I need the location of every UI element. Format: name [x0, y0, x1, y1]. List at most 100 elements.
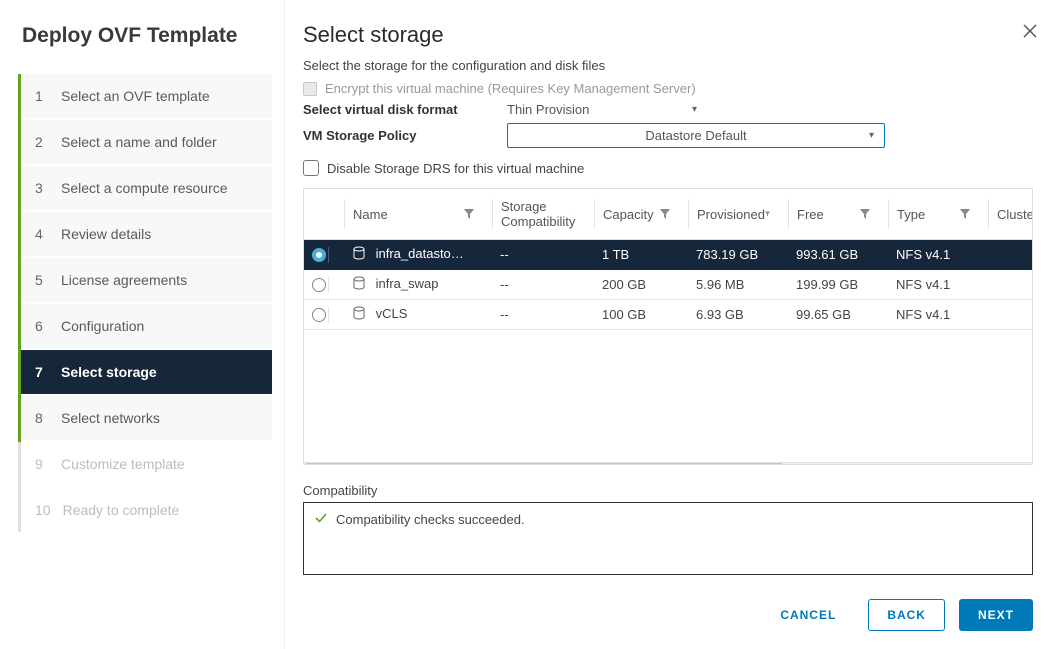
step-label: Review details: [61, 226, 151, 242]
cell-storage-compat: --: [492, 300, 594, 330]
step-number: 6: [35, 318, 49, 334]
step-label: Select an OVF template: [61, 88, 210, 104]
filter-icon[interactable]: [660, 209, 670, 219]
encrypt-label: Encrypt this virtual machine (Requires K…: [325, 81, 696, 96]
cell-name: infra_datasto…: [376, 246, 464, 261]
filter-icon[interactable]: [960, 209, 970, 219]
cell-name: infra_swap: [376, 276, 439, 291]
page-subtitle: Select the storage for the configuration…: [303, 58, 1046, 73]
datastore-table: Name Storage Compatibility Capacity: [303, 188, 1033, 465]
step-label: Select a compute resource: [61, 180, 228, 196]
col-name[interactable]: Name: [344, 189, 492, 240]
cell-type: NFS v4.1: [888, 300, 988, 330]
step-select-networks[interactable]: 8 Select networks: [21, 396, 272, 442]
storage-policy-value: Datastore Default: [645, 128, 746, 143]
cell-cluster: [988, 240, 1033, 270]
step-label: Ready to complete: [63, 502, 180, 518]
step-select-ovf-template[interactable]: 1 Select an OVF template: [21, 74, 272, 120]
storage-policy-label: VM Storage Policy: [303, 128, 473, 143]
step-select-name-folder[interactable]: 2 Select a name and folder: [21, 120, 272, 166]
close-icon[interactable]: [1022, 22, 1038, 45]
back-button[interactable]: BACK: [868, 599, 945, 631]
cancel-button[interactable]: CANCEL: [762, 600, 854, 630]
col-provisioned[interactable]: Provisioned: [688, 189, 788, 240]
cell-name: vCLS: [376, 306, 408, 321]
disk-format-value: Thin Provision: [507, 102, 589, 117]
table-h-scrollbar[interactable]: [304, 462, 1032, 465]
cell-provisioned: 5.96 MB: [688, 270, 788, 300]
cell-provisioned: 783.19 GB: [688, 240, 788, 270]
step-configuration[interactable]: 6 Configuration: [21, 304, 272, 350]
step-label: Select a name and folder: [61, 134, 217, 150]
chevron-down-icon: ▾: [692, 104, 697, 115]
chevron-down-icon: ▾: [869, 130, 874, 141]
step-label: Configuration: [61, 318, 144, 334]
col-name-label: Name: [353, 207, 388, 222]
step-label: Customize template: [61, 456, 185, 472]
check-icon: [314, 511, 328, 528]
next-button[interactable]: NEXT: [959, 599, 1033, 631]
step-number: 7: [35, 364, 49, 380]
scrollbar-thumb[interactable]: [304, 463, 784, 465]
step-label: Select storage: [61, 364, 157, 380]
wizard-title: Deploy OVF Template: [18, 24, 272, 48]
storage-policy-row: VM Storage Policy Datastore Default ▾: [303, 123, 1046, 148]
step-customize-template: 9 Customize template: [21, 442, 272, 488]
cell-cluster: [988, 270, 1033, 300]
encrypt-row: Encrypt this virtual machine (Requires K…: [303, 81, 1046, 96]
table-row[interactable]: infra_swap -- 200 GB 5.96 MB 199.99 GB N…: [304, 270, 1033, 300]
filter-icon[interactable]: [860, 209, 870, 219]
col-free[interactable]: Free: [788, 189, 888, 240]
cell-storage-compat: --: [492, 240, 594, 270]
step-number: 3: [35, 180, 49, 196]
col-storage-compat-label: Storage Compatibility: [501, 199, 575, 229]
row-radio[interactable]: [312, 308, 326, 322]
filter-icon[interactable]: [575, 209, 576, 219]
compatibility-box: Compatibility checks succeeded.: [303, 502, 1033, 575]
filter-icon[interactable]: [464, 209, 474, 219]
wizard-footer: CANCEL BACK NEXT: [303, 599, 1033, 631]
step-select-storage[interactable]: 7 Select storage: [21, 350, 272, 396]
wizard-steps: 1 Select an OVF template 2 Select a name…: [18, 74, 272, 532]
datastore-icon: [352, 306, 366, 323]
filter-icon[interactable]: [765, 209, 770, 219]
disk-format-select[interactable]: Thin Provision ▾: [507, 102, 697, 117]
cell-type: NFS v4.1: [888, 270, 988, 300]
step-number: 10: [35, 502, 51, 518]
col-capacity[interactable]: Capacity: [594, 189, 688, 240]
col-cluster[interactable]: Cluster: [988, 189, 1033, 240]
col-storage-compat[interactable]: Storage Compatibility: [492, 189, 594, 240]
row-radio[interactable]: [312, 248, 326, 262]
disable-drs-checkbox[interactable]: [303, 160, 319, 176]
step-number: 9: [35, 456, 49, 472]
disk-format-row: Select virtual disk format Thin Provisio…: [303, 102, 1046, 117]
col-provisioned-label: Provisioned: [697, 207, 765, 222]
encrypt-checkbox: [303, 82, 317, 96]
cell-capacity: 1 TB: [594, 240, 688, 270]
cell-free: 993.61 GB: [788, 240, 888, 270]
page-title: Select storage: [303, 22, 1046, 48]
disable-drs-row: Disable Storage DRS for this virtual mac…: [303, 160, 1046, 176]
table-empty-space: [304, 330, 1032, 462]
cell-provisioned: 6.93 GB: [688, 300, 788, 330]
cell-capacity: 200 GB: [594, 270, 688, 300]
step-review-details[interactable]: 4 Review details: [21, 212, 272, 258]
step-select-compute-resource[interactable]: 3 Select a compute resource: [21, 166, 272, 212]
storage-policy-select[interactable]: Datastore Default ▾: [507, 123, 885, 148]
step-number: 2: [35, 134, 49, 150]
compatibility-row: Compatibility checks succeeded.: [314, 511, 1022, 528]
col-type-label: Type: [897, 207, 925, 222]
cell-capacity: 100 GB: [594, 300, 688, 330]
table-row[interactable]: vCLS -- 100 GB 6.93 GB 99.65 GB NFS v4.1: [304, 300, 1033, 330]
step-license-agreements[interactable]: 5 License agreements: [21, 258, 272, 304]
cell-cluster: [988, 300, 1033, 330]
col-type[interactable]: Type: [888, 189, 988, 240]
row-radio[interactable]: [312, 278, 326, 292]
cell-free: 199.99 GB: [788, 270, 888, 300]
table-row[interactable]: infra_datasto… -- 1 TB 783.19 GB 993.61 …: [304, 240, 1033, 270]
datastore-icon: [352, 246, 366, 263]
datastore-icon: [352, 276, 366, 293]
cell-storage-compat: --: [492, 270, 594, 300]
step-number: 1: [35, 88, 49, 104]
disable-drs-label: Disable Storage DRS for this virtual mac…: [327, 161, 584, 176]
